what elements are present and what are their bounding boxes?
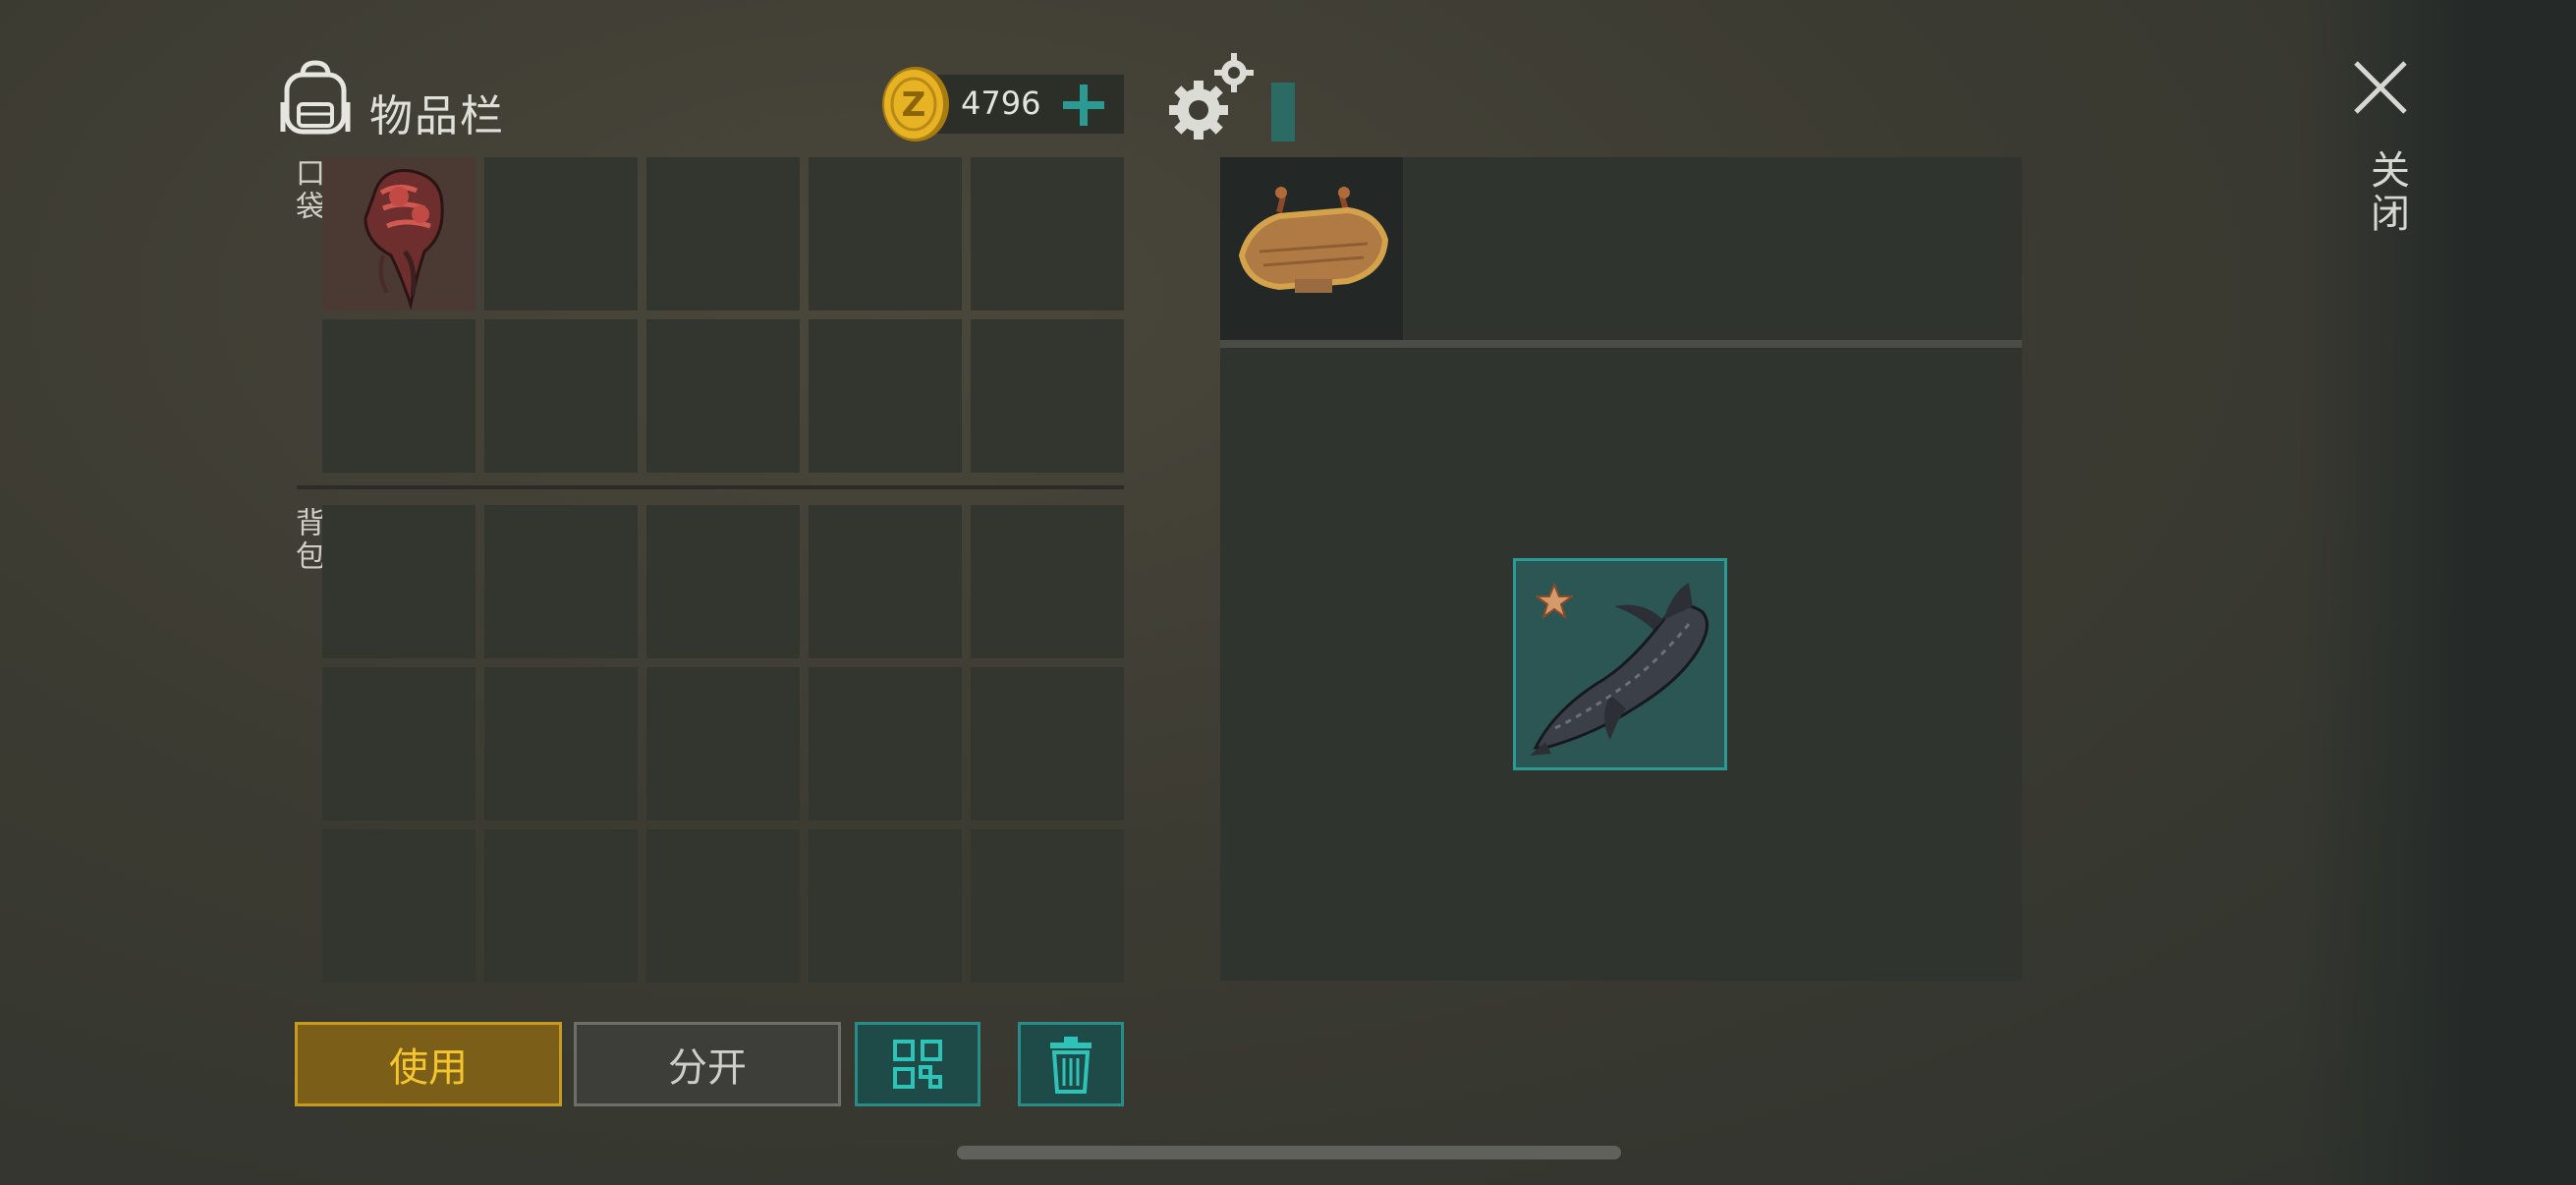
inventory-slot[interactable] [646, 319, 800, 473]
inventory-slot[interactable] [809, 829, 962, 983]
trash-icon [1050, 1037, 1092, 1094]
container-sign-slot[interactable] [1220, 157, 1403, 340]
inventory-slot[interactable] [322, 829, 476, 983]
inventory-slot[interactable] [484, 829, 638, 983]
inventory-slot[interactable] [646, 667, 800, 820]
use-button-label: 使用 [389, 1045, 468, 1091]
wooden-sign-icon [1238, 187, 1389, 293]
svg-text:Z: Z [902, 85, 926, 125]
inventory-title: 物品栏 [369, 91, 505, 141]
add-coins-button[interactable] [1061, 83, 1106, 128]
inventory-slot[interactable] [484, 667, 638, 820]
brain-meat-icon [364, 169, 444, 310]
inventory-slot[interactable] [809, 319, 962, 473]
inventory-slot[interactable] [646, 829, 800, 983]
inventory-slot[interactable] [971, 319, 1124, 473]
delete-button[interactable] [1018, 1022, 1124, 1106]
use-button[interactable]: 使用 [295, 1022, 562, 1106]
inventory-slot[interactable] [322, 157, 476, 310]
inventory-slot[interactable] [971, 505, 1124, 658]
backpack-icon [279, 59, 352, 138]
split-button-label: 分开 [668, 1045, 747, 1091]
right-shade [2299, 0, 2576, 1185]
container-divider [1220, 340, 2022, 348]
grid-sort-icon [893, 1040, 942, 1089]
inventory-slot[interactable] [809, 505, 962, 658]
inventory-slot[interactable] [971, 157, 1124, 310]
inventory-slot[interactable] [646, 505, 800, 658]
home-indicator[interactable] [957, 1146, 1621, 1159]
inventory-slot[interactable] [322, 319, 476, 473]
inventory-slot[interactable] [646, 157, 800, 310]
star-icon [1533, 582, 1576, 620]
status-indicator-bar [1271, 83, 1295, 141]
close-button[interactable] [2352, 59, 2409, 116]
inventory-slot[interactable] [971, 667, 1124, 820]
gears-icon [1169, 53, 1254, 140]
settings-button[interactable] [1163, 51, 1261, 145]
coin-z-icon: Z [880, 65, 951, 143]
inventory-slot[interactable] [484, 319, 638, 473]
inventory-slot[interactable] [322, 505, 476, 658]
inventory-slot[interactable] [484, 157, 638, 310]
section-divider [297, 485, 1124, 489]
close-x-icon [2354, 61, 2407, 114]
inventory-slot[interactable] [971, 829, 1124, 983]
inventory-slot[interactable] [484, 505, 638, 658]
inventory-slot[interactable] [322, 667, 476, 820]
stored-item-slot[interactable] [1513, 558, 1727, 770]
plus-icon [1063, 85, 1104, 126]
coin-count: 4796 [961, 85, 1041, 122]
sort-button[interactable] [855, 1022, 980, 1106]
split-button[interactable]: 分开 [574, 1022, 841, 1106]
inventory-slot[interactable] [809, 667, 962, 820]
close-label[interactable]: 关闭 [2358, 149, 2415, 236]
inventory-slot[interactable] [809, 157, 962, 310]
